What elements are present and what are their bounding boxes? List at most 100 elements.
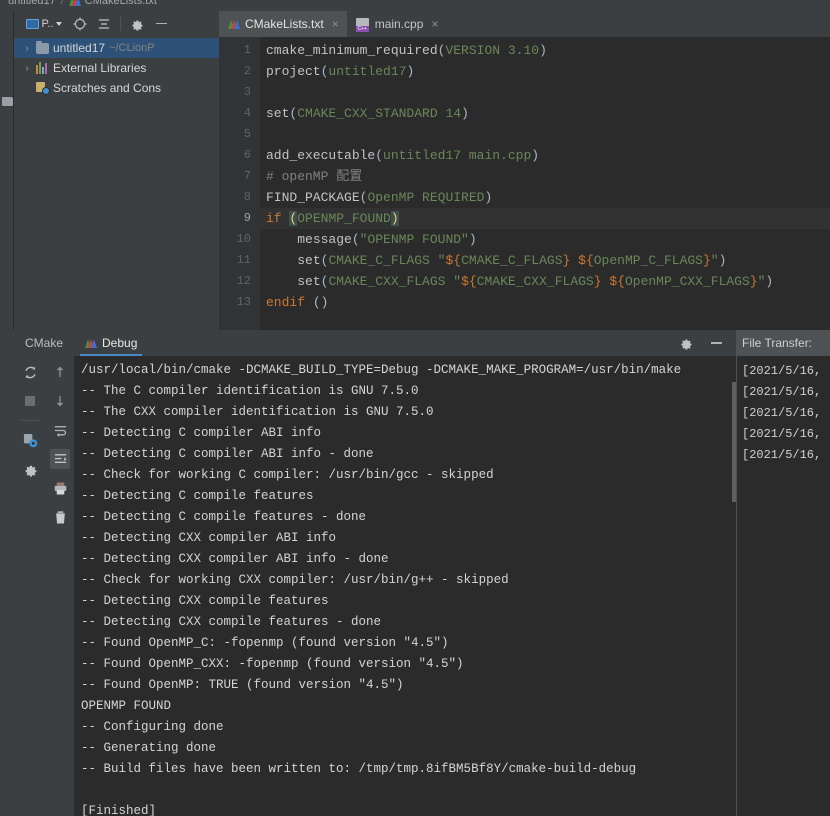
folder-icon bbox=[36, 40, 49, 54]
code-line[interactable]: endif () bbox=[260, 292, 830, 313]
code-line[interactable]: FIND_PACKAGE(OpenMP REQUIRED) bbox=[260, 187, 830, 208]
tree-item-label: untitled17 bbox=[53, 41, 106, 55]
code-view[interactable]: 1 2 3 4 5 6 7 8 9 10 11 12 13 cmake_minimum_required… bbox=[219, 37, 830, 335]
cpp-file-icon bbox=[355, 17, 369, 32]
tab-cmakelists[interactable]: CMakeLists.txt × bbox=[219, 11, 347, 37]
tree-item-external-libraries[interactable]: › External Libraries bbox=[14, 58, 219, 78]
tree-item-scratches[interactable]: Scratches and Cons bbox=[14, 78, 219, 98]
cmake-icon bbox=[85, 338, 98, 348]
crosshair-icon[interactable] bbox=[69, 14, 91, 34]
left-tool-strip: 1: Project bbox=[0, 11, 14, 335]
arrow-up-icon[interactable] bbox=[50, 362, 70, 382]
code-line[interactable]: project(untitled17) bbox=[260, 61, 830, 82]
project-view-icon bbox=[26, 18, 40, 29]
code-token: cmake_minimum_required bbox=[266, 43, 438, 58]
line-number: 11 bbox=[236, 253, 251, 267]
tab-main-cpp[interactable]: main.cpp × bbox=[347, 11, 447, 37]
line-number: 12 bbox=[236, 274, 251, 288]
code-token: ${ bbox=[445, 253, 462, 268]
tree-item-label: External Libraries bbox=[53, 61, 147, 75]
console-line: -- Found OpenMP_C: -fopenmp (found versi… bbox=[81, 636, 449, 650]
code-token: add_executable bbox=[266, 148, 376, 163]
code-token: CMAKE_C_FLAGS bbox=[461, 253, 563, 268]
code-line[interactable]: set(CMAKE_CXX_STANDARD 14) bbox=[260, 103, 830, 124]
code-token: CMAKE_CXX_FLAGS bbox=[328, 274, 446, 289]
tab-cmake[interactable]: CMake bbox=[14, 330, 74, 356]
line-number: 3 bbox=[243, 85, 251, 99]
code-token: CMAKE_CXX_FLAGS bbox=[476, 274, 594, 289]
rerun-icon[interactable] bbox=[20, 362, 40, 382]
code-token: 3.10 bbox=[507, 43, 540, 58]
tab-label: CMake bbox=[25, 336, 64, 350]
tree-item-label: Scratches and Cons bbox=[53, 81, 162, 95]
code-token: VERSION bbox=[445, 43, 501, 58]
file-transfer-header[interactable]: File Transfer: bbox=[736, 330, 830, 356]
project-view-selector[interactable]: P.. bbox=[21, 14, 67, 34]
console-line: -- Found OpenMP: TRUE (found version "4.… bbox=[81, 678, 404, 692]
print-icon[interactable] bbox=[50, 478, 70, 498]
file-transfer-log[interactable]: [2021/5/16, [2021/5/16, [2021/5/16, [2021/5… bbox=[736, 356, 830, 816]
code-token: CMAKE_C_FLAGS bbox=[328, 253, 430, 268]
stop-icon[interactable] bbox=[20, 391, 40, 411]
gear-icon[interactable] bbox=[676, 333, 696, 353]
line-number: 1 bbox=[243, 43, 251, 57]
code-token: OpenMP_CXX_FLAGS bbox=[624, 274, 750, 289]
code-token: ) bbox=[468, 232, 477, 247]
editor-area: CMakeLists.txt × main.cpp × 123456789101… bbox=[219, 11, 830, 335]
code-line[interactable]: add_executable(untitled17 main.cpp) bbox=[260, 145, 830, 166]
arrow-down-icon[interactable] bbox=[50, 391, 70, 411]
soft-wrap-icon[interactable] bbox=[50, 420, 70, 440]
code-line[interactable] bbox=[260, 82, 830, 103]
scroll-to-end-icon[interactable] bbox=[50, 449, 70, 469]
gear-icon[interactable] bbox=[126, 14, 148, 34]
close-icon[interactable]: × bbox=[431, 17, 438, 31]
close-icon[interactable]: × bbox=[332, 17, 339, 31]
tree-item-untitled17[interactable]: › untitled17 ~/CLionP bbox=[14, 38, 219, 58]
tab-label: main.cpp bbox=[374, 17, 424, 31]
code-line[interactable]: message("OPENMP FOUND") bbox=[260, 229, 830, 250]
code-token: ) bbox=[390, 211, 399, 226]
tab-debug[interactable]: Debug bbox=[74, 330, 148, 356]
code-line[interactable]: set(CMAKE_C_FLAGS "${CMAKE_C_FLAGS} ${Op… bbox=[260, 250, 830, 271]
code-line[interactable]: if (OPENMP_FOUND) bbox=[260, 208, 830, 229]
code-token: ) bbox=[539, 43, 547, 58]
console-line: -- Detecting C compiler ABI info - done bbox=[81, 447, 374, 461]
code-line[interactable] bbox=[260, 124, 830, 145]
editor-tabs: CMakeLists.txt × main.cpp × bbox=[219, 11, 830, 37]
code-token: " bbox=[453, 274, 462, 289]
code-token: set bbox=[297, 253, 321, 268]
code-line[interactable]: cmake_minimum_required(VERSION 3.10) bbox=[260, 40, 830, 61]
minimize-icon[interactable] bbox=[706, 333, 726, 353]
console-line: -- Detecting CXX compiler ABI info - don… bbox=[81, 552, 389, 566]
line-number: 4 bbox=[243, 106, 251, 120]
build-settings-icon[interactable] bbox=[20, 430, 40, 450]
line-number: 5 bbox=[243, 127, 251, 141]
chevron-right-icon[interactable]: › bbox=[22, 43, 32, 54]
tab-label: CMakeLists.txt bbox=[245, 17, 324, 31]
collapse-all-icon[interactable] bbox=[93, 14, 115, 34]
trash-icon[interactable] bbox=[50, 507, 70, 527]
code-token: untitled17 bbox=[328, 64, 407, 79]
tree-item-path: ~/CLionP bbox=[109, 42, 155, 54]
file-transfer-line: [2021/5/16, bbox=[742, 427, 822, 441]
line-number: 6 bbox=[243, 148, 251, 162]
project-tree: › untitled17 ~/CLionP › External Librari… bbox=[14, 36, 219, 98]
console-scrollbar[interactable] bbox=[732, 382, 736, 502]
console-line: -- Detecting CXX compile features - done bbox=[81, 615, 382, 629]
run-window-controls bbox=[676, 330, 736, 356]
run-toolbar-primary bbox=[14, 356, 46, 816]
minimize-icon[interactable] bbox=[150, 14, 172, 34]
code-token: ${ bbox=[609, 274, 625, 289]
console-output[interactable]: /usr/local/bin/cmake -DCMAKE_BUILD_TYPE=… bbox=[74, 356, 736, 816]
run-window-tabs: CMake Debug bbox=[14, 330, 736, 356]
project-view-label: P.. bbox=[41, 17, 54, 30]
code-line[interactable]: set(CMAKE_CXX_FLAGS "${CMAKE_CXX_FLAGS} … bbox=[260, 271, 830, 292]
code-line[interactable]: # openMP 配置 bbox=[260, 166, 830, 187]
code-lines[interactable]: cmake_minimum_required(VERSION 3.10) proj… bbox=[260, 37, 830, 335]
chevron-right-icon[interactable]: › bbox=[22, 63, 32, 74]
code-token: project bbox=[266, 64, 321, 79]
code-token: # openMP 配置 bbox=[266, 169, 363, 184]
gear-icon[interactable] bbox=[20, 459, 40, 479]
